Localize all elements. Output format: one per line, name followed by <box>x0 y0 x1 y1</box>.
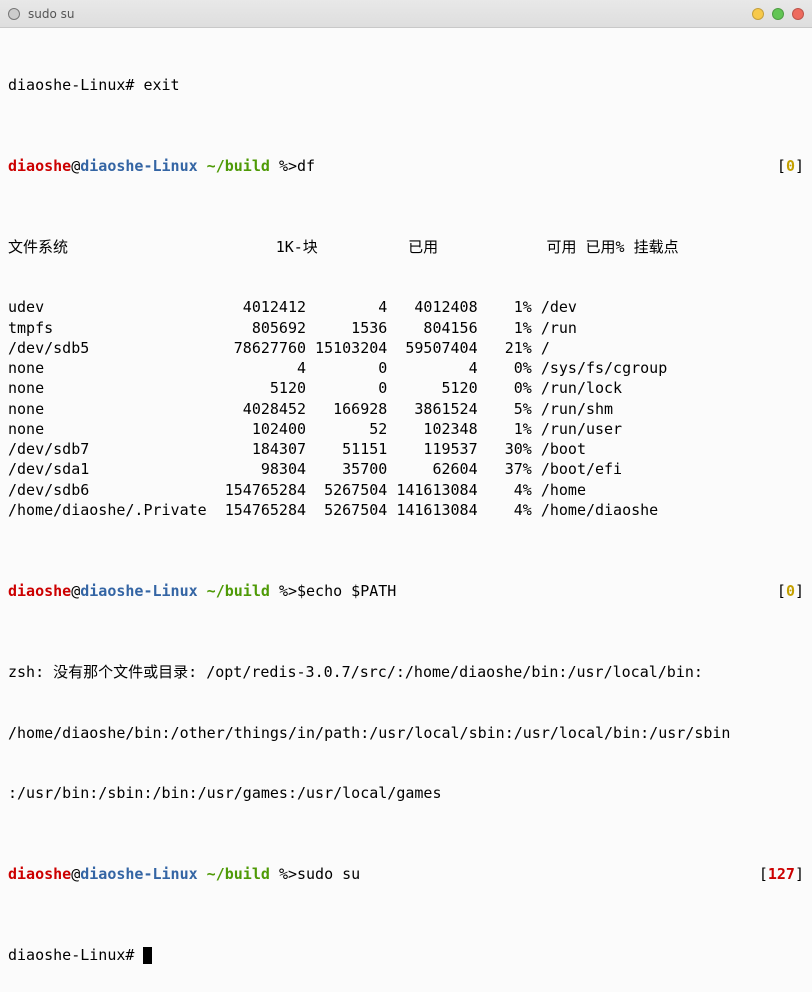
df-header: 文件系统 1K-块 已用 可用 已用% 挂载点 <box>8 237 804 257</box>
prompt-at: @ <box>71 157 80 175</box>
zsh-error-l1: zsh: 没有那个文件或目录: /opt/redis-3.0.7/src/:/h… <box>8 662 804 682</box>
prompt-line-df: diaoshe@diaoshe-Linux ~/build %>df [0] <box>8 156 804 176</box>
cmd-df: df <box>297 157 315 175</box>
df-row: none 4 0 4 0% /sys/fs/cgroup <box>8 358 804 378</box>
root-prompt-cursor: diaoshe-Linux# <box>8 945 804 965</box>
prompt-line-sudo: diaoshe@diaoshe-Linux ~/build %>sudo su … <box>8 864 804 884</box>
prompt-host: diaoshe-Linux <box>80 157 197 175</box>
status-bracket: ] <box>795 157 804 175</box>
prompt-sep: %> <box>279 865 297 883</box>
df-row: /dev/sdb7 184307 51151 119537 30% /boot <box>8 439 804 459</box>
prompt-line-echo: diaoshe@diaoshe-Linux ~/build %>$echo $P… <box>8 581 804 601</box>
df-row: /dev/sda1 98304 35700 62604 37% /boot/ef… <box>8 459 804 479</box>
cursor <box>143 947 152 964</box>
window-title: sudo su <box>28 7 744 21</box>
root-prompt: diaoshe-Linux# <box>8 946 143 964</box>
prompt-path: ~/build <box>198 157 279 175</box>
maximize-button[interactable] <box>772 8 784 20</box>
status-bracket: [ <box>759 865 768 883</box>
df-row: /dev/sdb5 78627760 15103204 59507404 21%… <box>8 338 804 358</box>
terminal-area[interactable]: diaoshe-Linux# exit diaoshe@diaoshe-Linu… <box>0 28 812 992</box>
zsh-error-l3: :/usr/bin:/sbin:/bin:/usr/games:/usr/loc… <box>8 783 804 803</box>
prompt-at: @ <box>71 582 80 600</box>
minimize-button[interactable] <box>752 8 764 20</box>
prompt-path: ~/build <box>198 865 279 883</box>
window-controls <box>752 8 804 20</box>
window-titlebar: sudo su <box>0 0 812 28</box>
root-prompt: diaoshe-Linux# <box>8 76 143 94</box>
df-body: udev 4012412 4 4012408 1% /devtmpfs 8056… <box>8 297 804 520</box>
df-row: tmpfs 805692 1536 804156 1% /run <box>8 318 804 338</box>
close-button[interactable] <box>792 8 804 20</box>
status-code: 0 <box>786 582 795 600</box>
df-row: none 102400 52 102348 1% /run/user <box>8 419 804 439</box>
prompt-at: @ <box>71 865 80 883</box>
cmd-echo-path: $echo $PATH <box>297 582 396 600</box>
df-row: /home/diaoshe/.Private 154765284 5267504… <box>8 500 804 520</box>
prompt-host: diaoshe-Linux <box>80 865 197 883</box>
prompt-host: diaoshe-Linux <box>80 582 197 600</box>
status-bracket: ] <box>795 582 804 600</box>
df-row: none 5120 0 5120 0% /run/lock <box>8 378 804 398</box>
df-row: /dev/sdb6 154765284 5267504 141613084 4%… <box>8 480 804 500</box>
root-prompt-line: diaoshe-Linux# exit <box>8 75 804 95</box>
prompt-sep: %> <box>279 582 297 600</box>
status-bracket: [ <box>777 157 786 175</box>
prompt-sep: %> <box>279 157 297 175</box>
cmd-sudo: sudo su <box>297 865 360 883</box>
app-icon <box>8 8 20 20</box>
status-code: 127 <box>768 865 795 883</box>
prompt-user: diaoshe <box>8 157 71 175</box>
status-bracket: [ <box>777 582 786 600</box>
prompt-user: diaoshe <box>8 582 71 600</box>
df-row: udev 4012412 4 4012408 1% /dev <box>8 297 804 317</box>
exit-cmd: exit <box>143 76 179 94</box>
status-code: 0 <box>786 157 795 175</box>
prompt-path: ~/build <box>198 582 279 600</box>
prompt-user: diaoshe <box>8 865 71 883</box>
status-bracket: ] <box>795 865 804 883</box>
df-row: none 4028452 166928 3861524 5% /run/shm <box>8 399 804 419</box>
zsh-error-l2: /home/diaoshe/bin:/other/things/in/path:… <box>8 723 804 743</box>
